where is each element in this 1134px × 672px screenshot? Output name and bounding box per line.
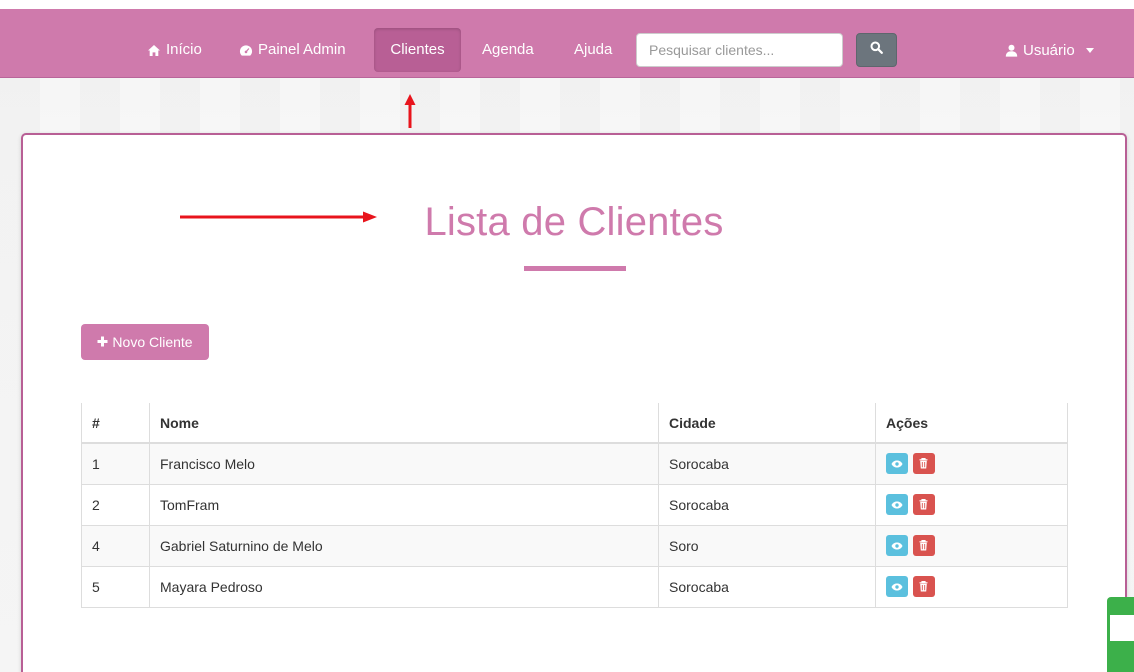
delete-button[interactable] — [912, 453, 935, 475]
cell-acoes — [875, 442, 1068, 484]
view-icon — [891, 542, 903, 549]
nav-label-painel-admin: Painel Admin — [258, 41, 346, 58]
search-input[interactable] — [636, 33, 843, 67]
table-row: 1 Francisco Melo Sorocaba — [81, 442, 1068, 484]
header-id: # — [81, 403, 150, 444]
cell-cidade: Sorocaba — [658, 442, 876, 484]
view-icon — [891, 583, 903, 590]
home-icon — [147, 43, 161, 57]
nav-item-ajuda[interactable]: Ajuda — [563, 28, 623, 72]
nav-label-agenda: Agenda — [482, 41, 534, 58]
cell-id: 4 — [81, 524, 150, 566]
nav-item-clientes[interactable]: Clientes — [374, 28, 461, 72]
top-strip — [0, 0, 1134, 9]
plus-icon — [97, 334, 108, 350]
nav-item-agenda[interactable]: Agenda — [471, 28, 545, 72]
chevron-down-icon — [1085, 47, 1094, 53]
header-acoes: Ações — [875, 403, 1068, 444]
nav-label-ajuda: Ajuda — [574, 41, 613, 58]
nav-item-inicio[interactable]: Início — [136, 28, 213, 72]
page-title: Lista de Clientes — [424, 200, 724, 244]
cell-nome: TomFram — [149, 483, 659, 525]
user-icon — [1004, 43, 1018, 57]
navbar: Início Painel Admin Clientes Agenda Ajud… — [0, 9, 1134, 78]
side-widget[interactable] — [1107, 597, 1134, 672]
cell-cidade: Soro — [658, 524, 876, 566]
side-widget-inner — [1110, 615, 1134, 641]
table-row: 4 Gabriel Saturnino de Melo Soro — [81, 524, 1068, 566]
new-client-label: Novo Cliente — [112, 334, 193, 350]
title-underline — [524, 266, 626, 271]
table-row: 5 Mayara Pedroso Sorocaba — [81, 565, 1068, 608]
cell-cidade: Sorocaba — [658, 565, 876, 608]
trash-icon — [919, 458, 928, 469]
cell-nome: Francisco Melo — [149, 442, 659, 484]
cell-id: 5 — [81, 565, 150, 608]
nav-label-inicio: Início — [166, 41, 202, 58]
cell-id: 1 — [81, 442, 150, 484]
delete-button[interactable] — [912, 535, 935, 556]
cell-id: 2 — [81, 483, 150, 525]
trash-icon — [919, 581, 928, 592]
delete-button[interactable] — [912, 494, 935, 515]
cell-nome: Gabriel Saturnino de Melo — [149, 524, 659, 566]
nav-item-painel-admin[interactable]: Painel Admin — [228, 28, 357, 72]
table-row: 2 TomFram Sorocaba — [81, 483, 1068, 525]
view-button[interactable] — [886, 453, 908, 475]
view-icon — [891, 460, 903, 468]
delete-button[interactable] — [912, 576, 935, 597]
main-panel: Lista de Clientes Novo Cliente # Nome Ci… — [21, 133, 1127, 672]
search-button[interactable] — [856, 33, 897, 67]
trash-icon — [919, 540, 928, 551]
view-button[interactable] — [886, 494, 908, 515]
cell-acoes — [875, 565, 1068, 608]
cell-acoes — [875, 524, 1068, 566]
nav-label-clientes: Clientes — [390, 41, 445, 58]
cell-cidade: Sorocaba — [658, 483, 876, 525]
view-icon — [891, 501, 903, 508]
dashboard-icon — [239, 43, 253, 57]
header-nome: Nome — [149, 403, 659, 444]
user-menu[interactable]: Usuário — [1004, 28, 1094, 72]
trash-icon — [919, 499, 928, 510]
clients-table: # Nome Cidade Ações 1 Francisco Melo Sor… — [81, 403, 1068, 608]
annotation-arrow-up — [404, 94, 416, 128]
search-icon — [870, 41, 883, 59]
view-button[interactable] — [886, 535, 908, 556]
table-header-row: # Nome Cidade Ações — [81, 403, 1068, 444]
header-cidade: Cidade — [658, 403, 876, 444]
view-button[interactable] — [886, 576, 908, 597]
cell-nome: Mayara Pedroso — [149, 565, 659, 608]
new-client-button[interactable]: Novo Cliente — [81, 324, 209, 360]
user-label: Usuário — [1023, 41, 1075, 59]
cell-acoes — [875, 483, 1068, 525]
